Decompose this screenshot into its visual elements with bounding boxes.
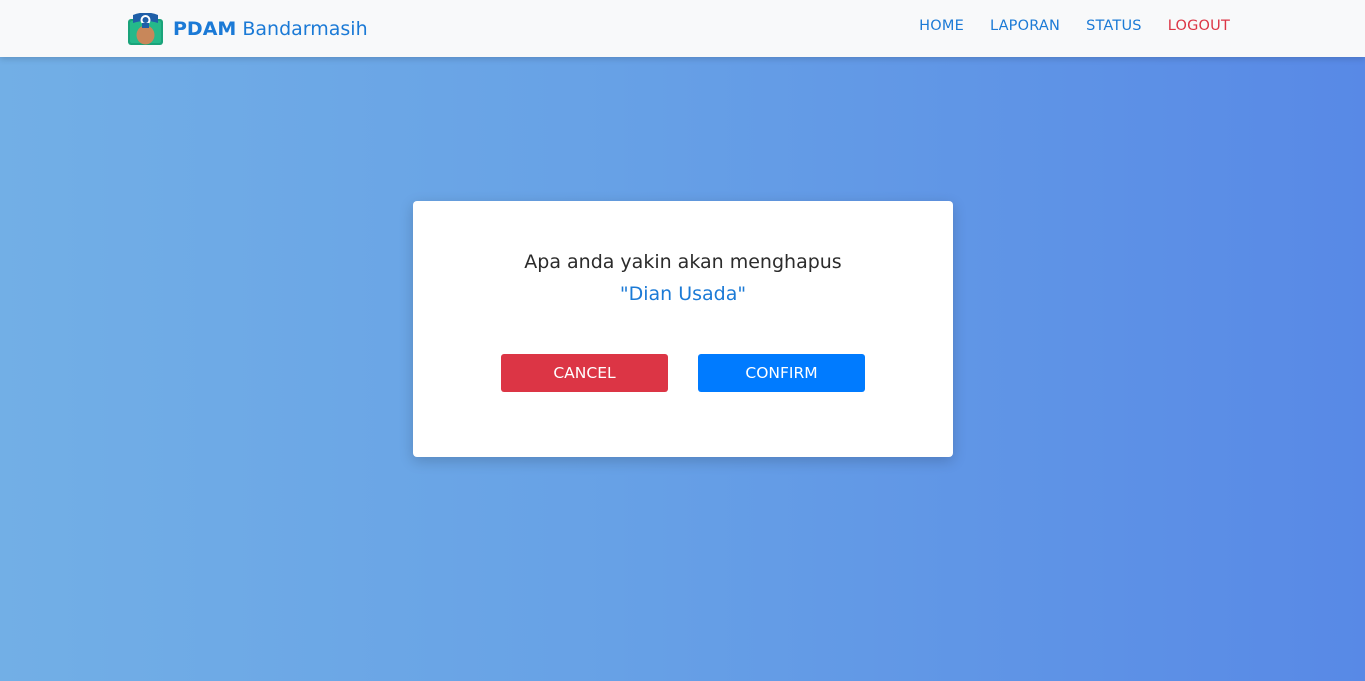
navbar: PDAM Bandarmasih HOME LAPORAN STATUS LOG… xyxy=(0,0,1365,57)
brand-link[interactable]: PDAM Bandarmasih xyxy=(128,12,368,46)
dialog-question: Apa anda yakin akan menghapus xyxy=(524,251,842,273)
confirm-button[interactable]: CONFIRM xyxy=(698,354,865,392)
nav-laporan[interactable]: LAPORAN xyxy=(990,18,1060,34)
delete-confirm-dialog: Apa anda yakin akan menghapus "Dian Usad… xyxy=(413,201,953,457)
brand-name: PDAM Bandarmasih xyxy=(173,18,368,40)
nav-status[interactable]: STATUS xyxy=(1086,18,1142,34)
brand-strong: PDAM xyxy=(173,18,237,40)
pdam-logo-icon xyxy=(128,13,163,45)
dialog-target-name: "Dian Usada" xyxy=(619,283,747,305)
cancel-button[interactable]: CANCEL xyxy=(501,354,668,392)
nav-home[interactable]: HOME xyxy=(919,18,964,34)
nav-links: HOME LAPORAN STATUS LOGOUT xyxy=(893,18,1230,34)
brand-city: Bandarmasih xyxy=(242,18,368,40)
nav-logout[interactable]: LOGOUT xyxy=(1168,18,1230,34)
